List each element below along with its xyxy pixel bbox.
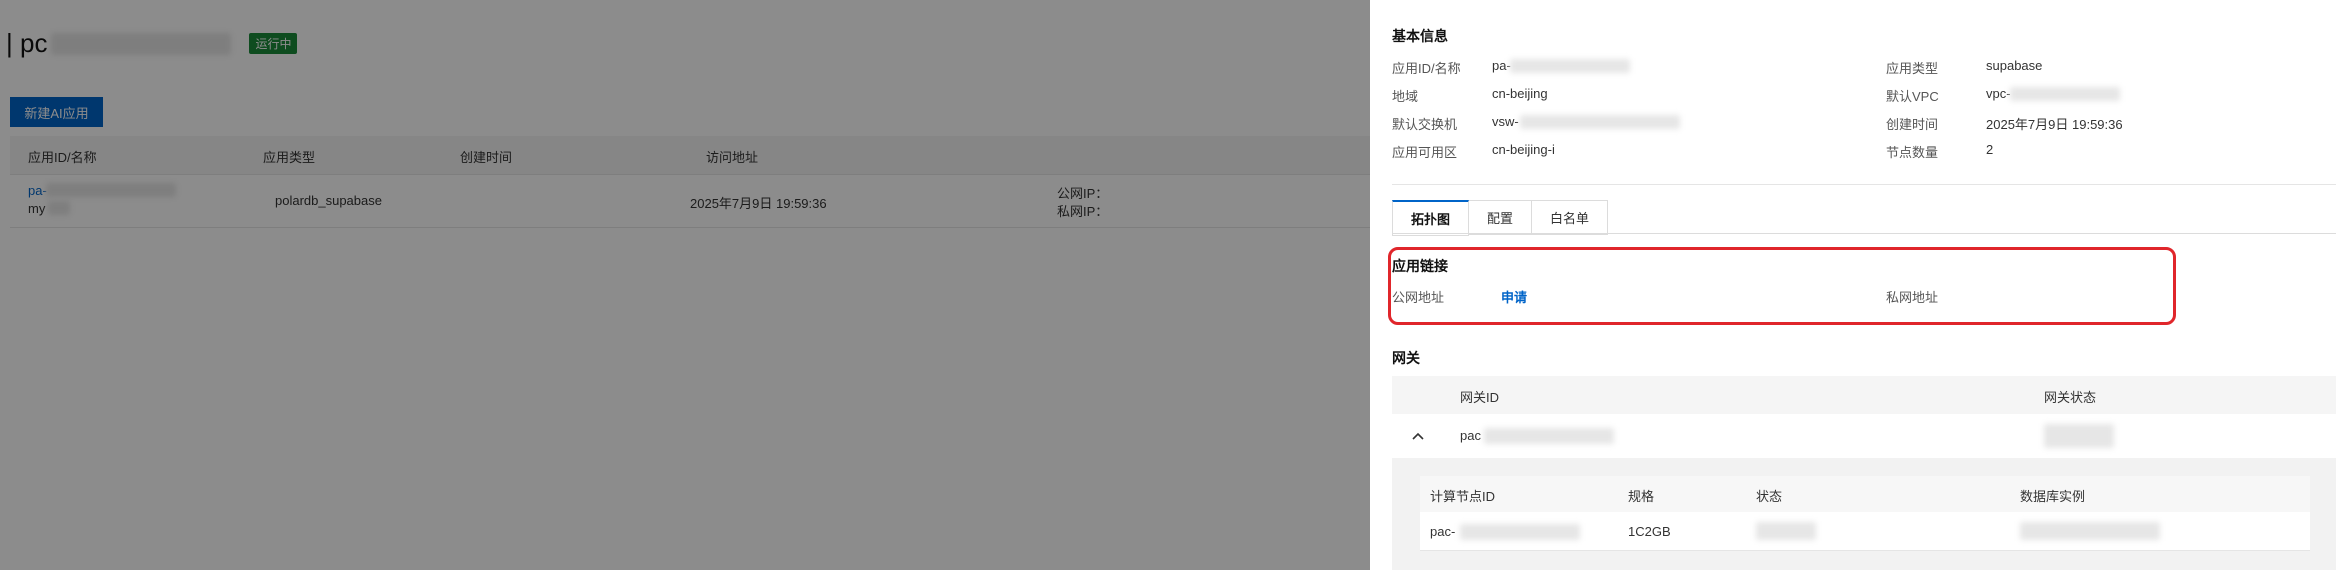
section-divider <box>1392 184 2336 185</box>
field-label-zone: 应用可用区 <box>1392 145 1458 160</box>
gateway-table-header: 网关ID 网关状态 <box>1392 376 2336 414</box>
field-label-region: 地域 <box>1392 89 1419 104</box>
app-link-title: 应用链接 <box>1392 258 1448 274</box>
apply-link[interactable]: 申请 <box>1501 287 1527 306</box>
field-label-vpc: 默认VPC <box>1886 89 1939 104</box>
modal-overlay[interactable] <box>0 0 1370 570</box>
field-value-vswitch: vsw- <box>1492 114 1519 129</box>
column-header-node-id: 计算节点ID <box>1430 489 1496 504</box>
highlight-box <box>1388 247 2176 325</box>
column-header-db-instance: 数据库实例 <box>2020 489 2086 504</box>
basic-info-title: 基本信息 <box>1392 28 1448 44</box>
redacted-node-status <box>1756 522 1816 540</box>
redacted-vswitch <box>1520 115 1680 129</box>
public-address-label: 公网地址 <box>1392 290 1445 305</box>
tab-whitelist[interactable]: 白名单 <box>1532 200 1609 235</box>
table-row[interactable]: pac <box>1392 414 2336 459</box>
gateway-id: pac <box>1460 428 1481 443</box>
field-label-app-type: 应用类型 <box>1886 61 1939 76</box>
redacted-vpc <box>2010 87 2120 101</box>
field-value-zone: cn-beijing-i <box>1492 142 1555 157</box>
redacted-gateway-status <box>2044 424 2114 448</box>
private-address-label: 私网地址 <box>1886 290 1939 305</box>
node-table-header: 计算节点ID 规格 状态 数据库实例 <box>1420 476 2310 513</box>
detail-tabs: 拓扑图 配置 白名单 <box>1392 200 1609 236</box>
field-value-app-type: supabase <box>1986 58 2043 73</box>
redacted-db-instance <box>2020 522 2160 540</box>
field-value-created: 2025年7月9日 19:59:36 <box>1986 117 2123 132</box>
field-label-created: 创建时间 <box>1886 117 1939 132</box>
column-header-gateway-id: 网关ID <box>1460 390 1500 405</box>
column-header-spec: 规格 <box>1628 489 1655 504</box>
table-row[interactable]: pac- 1C2GB <box>1420 512 2310 551</box>
node-spec: 1C2GB <box>1628 524 1671 539</box>
field-value-app-id: pa- <box>1492 58 1511 73</box>
field-label-app-id: 应用ID/名称 <box>1392 61 1461 76</box>
field-value-node-count: 2 <box>1986 142 1994 157</box>
field-label-node-count: 节点数量 <box>1886 145 1939 160</box>
redacted-node-id <box>1460 524 1580 540</box>
tab-config[interactable]: 配置 <box>1469 200 1533 235</box>
column-header-node-status: 状态 <box>1756 489 1783 504</box>
redacted-gateway-id <box>1484 428 1614 444</box>
detail-drawer: 基本信息 应用ID/名称 pa- 地域 cn-beijing 默认交换机 vsw… <box>1370 0 2349 570</box>
field-value-region: cn-beijing <box>1492 86 1548 101</box>
gateway-title: 网关 <box>1392 350 1420 366</box>
node-id: pac- <box>1430 524 1456 539</box>
tab-underline <box>1392 233 2336 234</box>
tab-topology[interactable]: 拓扑图 <box>1392 200 1470 236</box>
field-value-vpc: vpc- <box>1986 86 2011 101</box>
field-label-vswitch: 默认交换机 <box>1392 117 1458 132</box>
redacted-app-id <box>1510 59 1630 73</box>
chevron-up-icon[interactable] <box>1408 426 1428 446</box>
column-header-gateway-status: 网关状态 <box>2044 390 2097 405</box>
